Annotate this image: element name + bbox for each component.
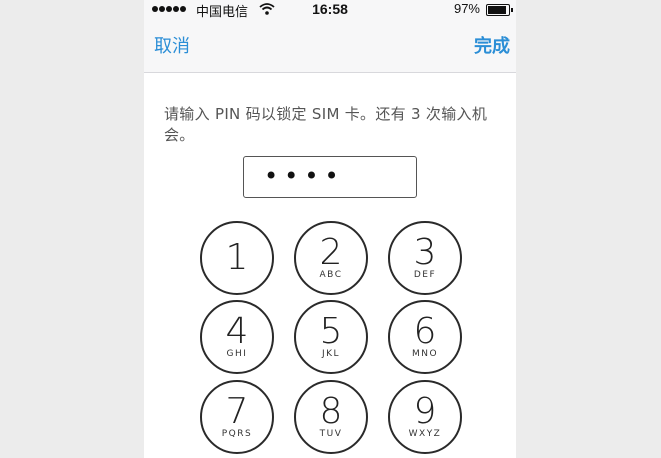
key-digit: 5 — [319, 311, 343, 352]
key-digit: 4 — [225, 311, 249, 352]
key-letters: JKL — [321, 349, 341, 359]
keypad-key-7[interactable]: 7 PQRS — [200, 380, 274, 454]
key-digit: 3 — [413, 232, 437, 273]
left-background — [0, 0, 144, 458]
battery-percentage: 97% — [453, 1, 480, 16]
navigation-header: 中国电信 16:58 97% 取消 完成 — [144, 0, 516, 73]
key-letters: ABC — [319, 270, 343, 280]
key-letters: GHI — [226, 349, 248, 359]
pin-prompt: 请输入 PIN 码以锁定 SIM 卡。还有 3 次输入机会。 — [164, 105, 488, 144]
right-background — [516, 0, 661, 458]
key-letters: PQRS — [221, 429, 253, 439]
keypad-key-5[interactable]: 5 JKL — [294, 300, 368, 374]
key-letters: DEF — [413, 270, 437, 280]
key-letters: TUV — [319, 429, 343, 439]
key-letters: WXYZ — [408, 429, 442, 439]
key-digit: 6 — [413, 311, 437, 352]
keypad-key-9[interactable]: 9 WXYZ — [388, 380, 462, 454]
key-digit: 9 — [413, 391, 437, 432]
battery-icon — [486, 4, 513, 16]
pin-input[interactable]: •••• — [243, 156, 417, 198]
cancel-button[interactable]: 取消 — [154, 32, 190, 58]
keypad-key-6[interactable]: 6 MNO — [388, 300, 462, 374]
key-digit: 2 — [319, 232, 343, 273]
done-button[interactable]: 完成 — [474, 32, 510, 58]
keypad-key-4[interactable]: 4 GHI — [200, 300, 274, 374]
status-bar: 中国电信 16:58 97% — [144, 0, 516, 20]
keypad-key-3[interactable]: 3 DEF — [388, 221, 462, 295]
key-digit: 8 — [319, 391, 343, 432]
phone-screen: 中国电信 16:58 97% 取消 完成 请输入 PIN 码以锁定 SIM 卡。… — [144, 0, 516, 458]
key-digit: 1 — [225, 237, 249, 278]
key-letters: MNO — [411, 349, 439, 359]
keypad-key-8[interactable]: 8 TUV — [294, 380, 368, 454]
keypad-key-1[interactable]: 1 — [200, 221, 274, 295]
keypad-key-2[interactable]: 2 ABC — [294, 221, 368, 295]
key-digit: 7 — [225, 391, 249, 432]
